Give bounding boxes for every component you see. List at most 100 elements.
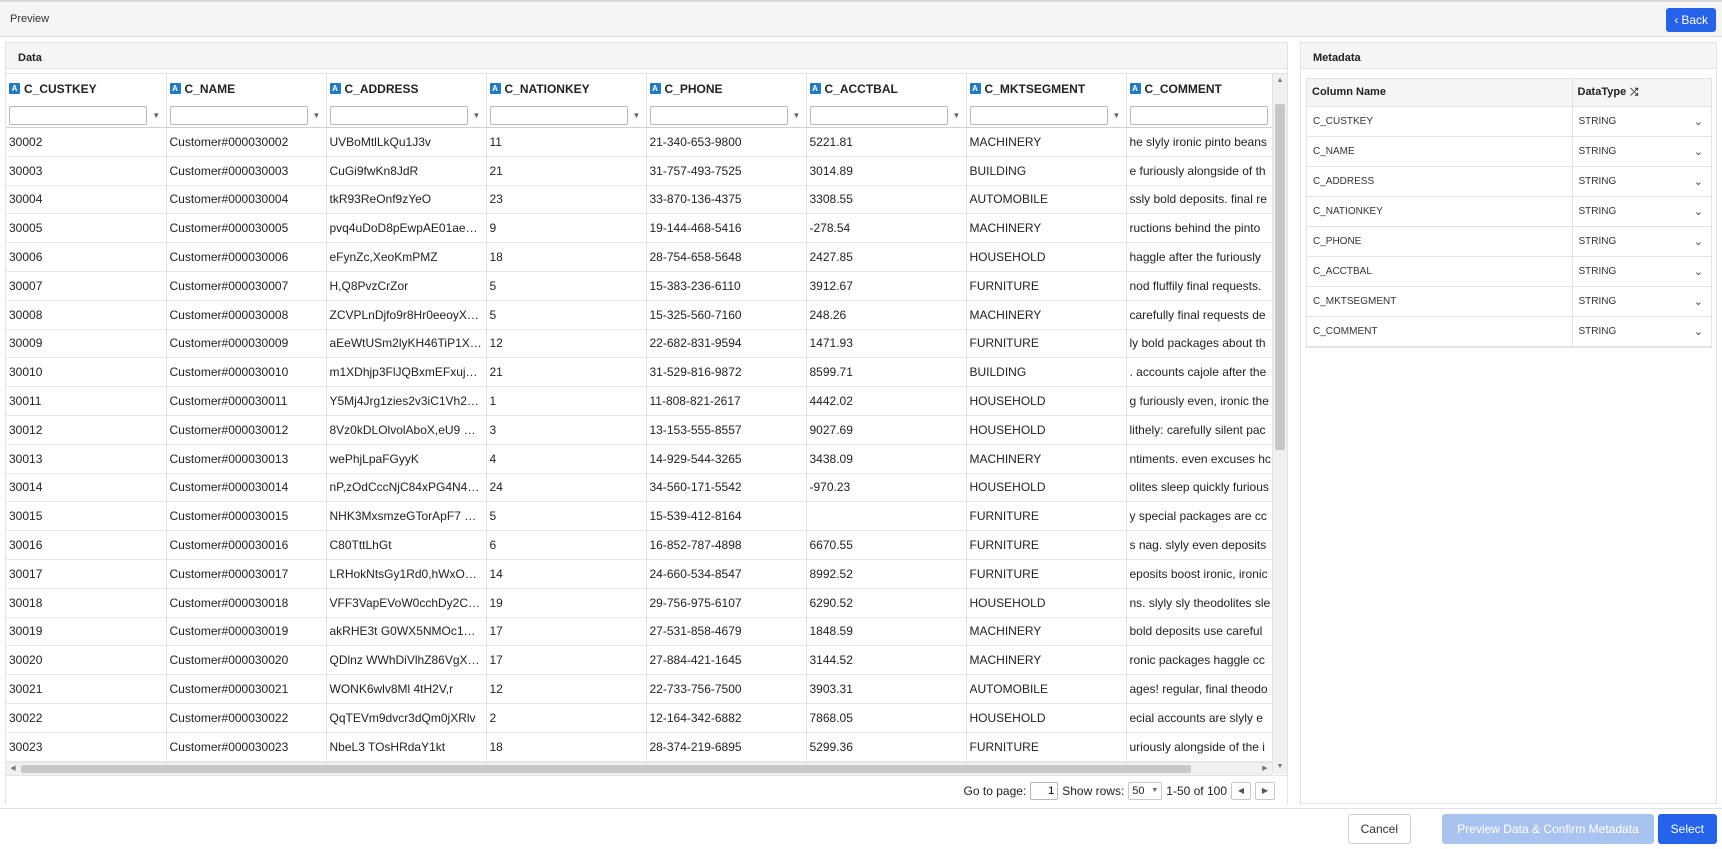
table-row[interactable]: 30003 Customer#000030003 CuGi9fwKn8JdR 21 31…	[6, 156, 1272, 186]
column-filter-input[interactable]	[969, 106, 1108, 125]
filter-dropdown-icon[interactable]: ▼	[1111, 111, 1123, 120]
horizontal-scrollbar[interactable]: ◀ ▶	[6, 762, 1272, 775]
select-button[interactable]: Select	[1657, 814, 1717, 844]
filter-dropdown-icon[interactable]: ▼	[631, 111, 643, 120]
table-cell: eFynZc,XeoKmPMZ	[326, 242, 487, 272]
chevron-down-icon[interactable]: ⌄	[1694, 325, 1705, 338]
metadata-row: C_PHONE STRING ⌄	[1307, 226, 1711, 257]
filter-dropdown-icon[interactable]: ▼	[791, 111, 803, 120]
scroll-right-icon[interactable]: ▶	[1258, 763, 1272, 775]
table-row[interactable]: 30014 Customer#000030014 nP,zOdCccNjC84xPG…	[6, 473, 1272, 503]
table-row[interactable]: 30009 Customer#000030009 aEeWtUSm2lyKH46Ti…	[6, 329, 1272, 359]
datatype-value: STRING	[1578, 175, 1617, 187]
table-row[interactable]: 30011 Customer#000030011 Y5Mj4Jrg1zies2v3i…	[6, 386, 1272, 416]
scroll-down-icon[interactable]: ▼	[1273, 760, 1287, 774]
column-header[interactable]: A C_NAME	[166, 74, 327, 104]
datatype-select[interactable]: STRING ⌄	[1572, 286, 1711, 317]
table-row[interactable]: 30008 Customer#000030008 ZCVPLnDjfo9r8Hr0e…	[6, 300, 1272, 330]
table-row[interactable]: 30005 Customer#000030005 pvq4uDoD8pEwpAE01…	[6, 213, 1272, 244]
column-header-label: C_ADDRESS	[344, 82, 419, 96]
chevron-down-icon[interactable]: ⌄	[1694, 235, 1705, 248]
table-row[interactable]: 30010 Customer#000030010 m1XDhjp3FlJQBxmEF…	[6, 357, 1272, 388]
datatype-select-control[interactable]: STRING ⌄	[1579, 265, 1706, 278]
datatype-select[interactable]: STRING ⌄	[1572, 166, 1711, 197]
back-button[interactable]: ‹ Back	[1666, 8, 1716, 32]
chevron-down-icon[interactable]: ⌄	[1694, 175, 1705, 188]
column-filter-input[interactable]	[169, 106, 308, 125]
table-row[interactable]: 30006 Customer#000030006 eFynZc,XeoKmPMZ 18…	[6, 242, 1272, 272]
column-filter-input[interactable]	[489, 106, 628, 125]
table-cell: 30006	[6, 242, 167, 272]
cancel-button[interactable]: Cancel	[1347, 814, 1411, 844]
datatype-select-control[interactable]: STRING ⌄	[1579, 205, 1706, 218]
table-row[interactable]: 30023 Customer#000030023 NbeL3 TOsHRdaY1kt…	[6, 732, 1272, 762]
scroll-left-icon[interactable]: ◀	[6, 763, 20, 775]
column-header[interactable]: A C_COMMENT	[1126, 74, 1272, 104]
table-cell: Customer#000030009	[166, 329, 327, 359]
chevron-down-icon[interactable]: ⌄	[1694, 145, 1705, 158]
table-row[interactable]: 30013 Customer#000030013 wePhjLpaFGyyK 4 14-…	[6, 444, 1272, 474]
chevron-down-icon[interactable]: ⌄	[1694, 205, 1705, 218]
datatype-select[interactable]: STRING ⌄	[1572, 226, 1711, 257]
chevron-down-icon[interactable]: ⌄	[1694, 115, 1705, 128]
datatype-select-control[interactable]: STRING ⌄	[1579, 115, 1706, 128]
table-row[interactable]: 30017 Customer#000030017 LRHokNtsGy1Rd0,hW…	[6, 559, 1272, 589]
filter-dropdown-icon[interactable]: ▼	[951, 111, 963, 120]
datatype-value: STRING	[1578, 265, 1617, 277]
table-cell: 30012	[6, 415, 167, 445]
datatype-select-control[interactable]: STRING ⌄	[1579, 145, 1706, 158]
vertical-scrollbar[interactable]: ▲ ▼	[1272, 74, 1287, 774]
column-header[interactable]: A C_PHONE	[646, 74, 807, 104]
prev-page-button[interactable]: ◀	[1231, 781, 1251, 800]
table-row[interactable]: 30015 Customer#000030015 NHK3MxsmzeGTorApF…	[6, 501, 1272, 532]
filter-cell: ▼	[326, 104, 487, 128]
goto-page-input[interactable]	[1030, 781, 1059, 800]
table-row[interactable]: 30018 Customer#000030018 VFF3VapEVoW0cchDy…	[6, 588, 1272, 618]
column-filter-input[interactable]	[809, 106, 948, 125]
datatype-select-control[interactable]: STRING ⌄	[1579, 295, 1706, 308]
filter-control: ▼	[649, 106, 803, 125]
datatype-select[interactable]: STRING ⌄	[1572, 316, 1711, 347]
table-row[interactable]: 30002 Customer#000030002 UVBoMtlLkQu1J3v 11…	[6, 127, 1272, 157]
column-filter-input[interactable]	[9, 106, 147, 125]
table-row[interactable]: 30019 Customer#000030019 akRHE3t G0WX5NMOc…	[6, 617, 1272, 647]
chevron-down-icon[interactable]: ⌄	[1694, 265, 1705, 278]
column-filter-input[interactable]	[649, 106, 788, 125]
column-header[interactable]: A C_NATIONKEY	[486, 74, 647, 104]
table-row[interactable]: 30007 Customer#000030007 H,Q8PvzCrZor 5 15-3…	[6, 271, 1272, 301]
filter-dropdown-icon[interactable]: ▼	[150, 111, 163, 120]
filter-control: ▼	[489, 106, 643, 125]
horizontal-scroll-thumb[interactable]	[21, 765, 1191, 773]
table-row[interactable]: 30016 Customer#000030016 C80TttLhGt 6 16-852…	[6, 530, 1272, 560]
filter-dropdown-icon[interactable]: ▼	[471, 111, 483, 120]
preview-confirm-button[interactable]: Preview Data & Confirm Metadata	[1442, 814, 1654, 844]
table-row[interactable]: 30004 Customer#000030004 tkR93ReOnf9zYeO 23…	[6, 185, 1272, 215]
table-row[interactable]: 30021 Customer#000030021 WONK6wlv8Ml 4tH2V…	[6, 674, 1272, 704]
datatype-select[interactable]: STRING ⌄	[1572, 136, 1711, 167]
next-page-button[interactable]: ▶	[1255, 781, 1275, 800]
datatype-select[interactable]: STRING ⌄	[1572, 106, 1711, 137]
table-row[interactable]: 30022 Customer#000030022 QqTEVm9dvcr3dQm0j…	[6, 703, 1272, 733]
table-cell: FURNITURE	[966, 732, 1127, 762]
datatype-select-control[interactable]: STRING ⌄	[1579, 235, 1706, 248]
filter-dropdown-icon[interactable]: ▼	[311, 111, 323, 120]
scroll-up-icon[interactable]: ▲	[1273, 74, 1287, 88]
shuffle-icon[interactable]: ⤮	[1630, 87, 1638, 98]
datatype-select[interactable]: STRING ⌄	[1572, 256, 1711, 287]
table-cell: 1	[486, 386, 647, 416]
column-header[interactable]: A C_ADDRESS	[326, 74, 487, 104]
chevron-down-icon[interactable]: ⌄	[1694, 295, 1705, 308]
column-filter-input[interactable]	[1129, 106, 1268, 125]
datatype-select[interactable]: STRING ⌄	[1572, 196, 1711, 227]
datatype-select-control[interactable]: STRING ⌄	[1579, 325, 1706, 338]
table-row[interactable]: 30012 Customer#000030012 8Vz0kDLOlvolAboX,…	[6, 415, 1272, 445]
column-header[interactable]: A C_MKTSEGMENT	[966, 74, 1127, 104]
column-header[interactable]: A C_CUSTKEY	[6, 74, 167, 104]
table-cell: lithely: carefully silent pac	[1126, 415, 1272, 445]
vertical-scroll-thumb[interactable]	[1275, 104, 1285, 450]
rows-per-page-select[interactable]: 50 ▼	[1128, 781, 1163, 800]
datatype-select-control[interactable]: STRING ⌄	[1579, 175, 1706, 188]
column-filter-input[interactable]	[329, 106, 468, 125]
column-header[interactable]: A C_ACCTBAL	[806, 74, 967, 104]
table-row[interactable]: 30020 Customer#000030020 QDlnz WWhDiVlhZ86…	[6, 645, 1272, 676]
